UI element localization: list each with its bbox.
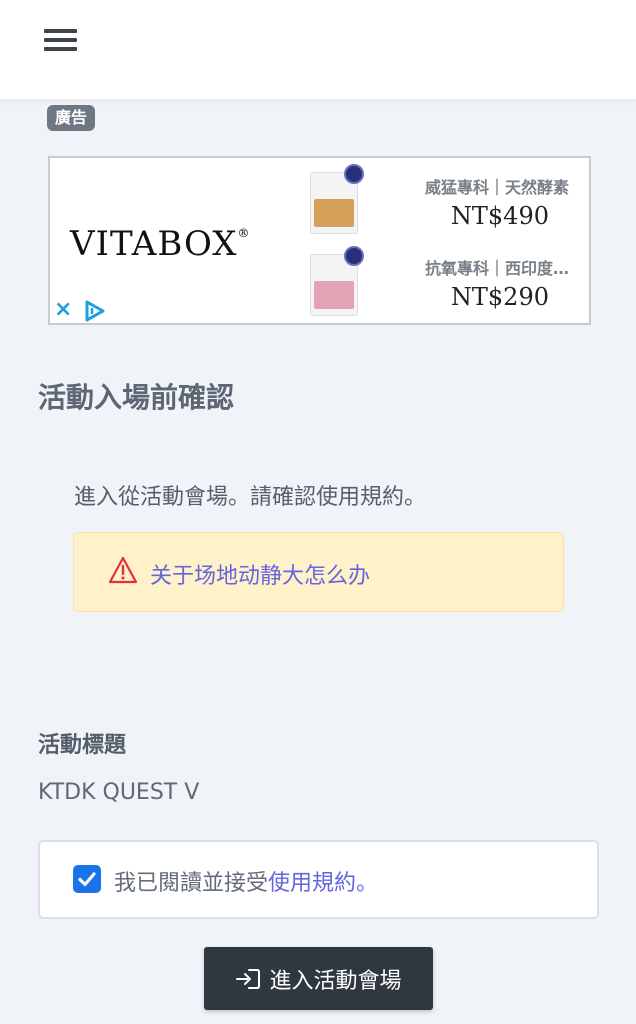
intro-text: 進入從活動會場。請確認使用規約。: [74, 485, 427, 510]
ad-badge: 廣告: [47, 105, 96, 131]
page-title: 活動入場前確認: [38, 381, 235, 414]
agreement-box: 我已閱讀並接受使用規約。: [38, 840, 599, 919]
terms-link[interactable]: 使用規約: [268, 871, 356, 896]
event-title-value: KTDK QUEST V: [38, 780, 200, 805]
hamburger-menu-icon[interactable]: [44, 29, 78, 53]
warning-alert: 关于场地动静大怎么办: [73, 532, 564, 612]
ad-close-icon[interactable]: ×: [54, 299, 72, 321]
enter-event-button[interactable]: 進入活動會場: [204, 947, 433, 1010]
product-image-1[interactable]: [310, 164, 370, 234]
ad-product-title-1[interactable]: 威猛專科｜天然酵素: [425, 174, 577, 198]
noise-info-link[interactable]: 关于场地动静大怎么办: [150, 558, 370, 590]
event-title-label: 活動標題: [38, 733, 127, 758]
agree-label: 我已閱讀並接受使用規約。: [114, 871, 379, 896]
ad-banner[interactable]: VITABOX® 威猛專科｜天然酵素 NT$490 抗氧專科｜西印度櫻桃 NT$…: [48, 156, 591, 325]
ad-product-price-1: NT$490: [450, 202, 549, 230]
top-bar: [0, 0, 636, 99]
enter-event-label: 進入活動會場: [269, 968, 402, 994]
ad-product-title-2[interactable]: 抗氧專科｜西印度櫻桃: [425, 255, 577, 279]
adchoices-icon[interactable]: [83, 299, 107, 323]
vitabox-logo: VITABOX®: [70, 224, 251, 264]
ad-product-price-2: NT$290: [450, 283, 549, 311]
warning-icon: [108, 556, 138, 584]
login-icon: [236, 968, 261, 989]
product-image-2[interactable]: [310, 246, 370, 316]
agree-checkbox[interactable]: [73, 865, 101, 893]
checkmark-icon: [78, 872, 96, 887]
